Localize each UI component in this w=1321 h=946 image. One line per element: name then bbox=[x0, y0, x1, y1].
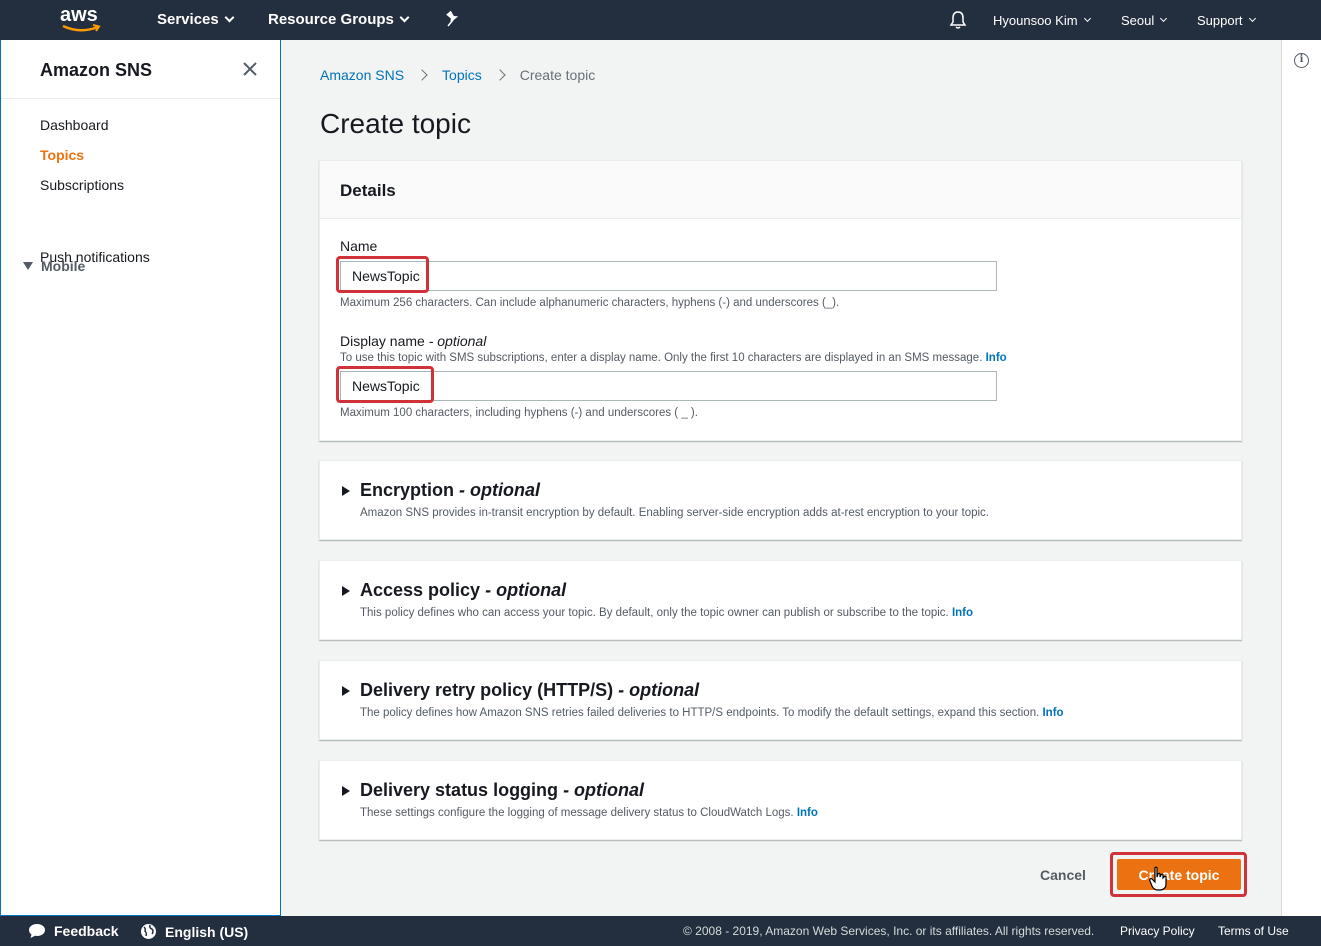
display-name-input[interactable] bbox=[340, 371, 997, 401]
sidebar-item-dashboard[interactable]: Dashboard bbox=[40, 117, 109, 133]
details-header: Details bbox=[320, 161, 1241, 219]
optional-text: - optional bbox=[485, 580, 567, 600]
delivery-retry-policy-section[interactable]: Delivery retry policy (HTTP/S) - optiona… bbox=[319, 660, 1242, 740]
resource-groups-menu[interactable]: Resource Groups bbox=[268, 11, 410, 28]
user-menu[interactable]: Hyounsoo Kim bbox=[993, 13, 1091, 28]
optional-text: - optional bbox=[428, 333, 487, 349]
language-label: English (US) bbox=[165, 923, 249, 940]
section-title-text: Access policy bbox=[360, 580, 481, 600]
optional-text: - optional bbox=[563, 780, 645, 800]
chevron-down-icon bbox=[224, 12, 235, 23]
section-title-text: Encryption bbox=[360, 480, 455, 500]
region-label: Seoul bbox=[1121, 13, 1155, 28]
sidebar-item-push-notifications[interactable]: Push notifications bbox=[40, 249, 150, 265]
delivery-status-logging-section[interactable]: Delivery status logging - optional These… bbox=[319, 760, 1242, 840]
pin-icon bbox=[446, 10, 459, 27]
top-navigation: aws Services Resource Groups Hyounsoo Ki… bbox=[0, 0, 1321, 40]
feedback-button[interactable]: Feedback bbox=[28, 923, 119, 939]
encryption-section[interactable]: Encryption - optional Amazon SNS provide… bbox=[319, 460, 1242, 540]
section-description: Amazon SNS provides in-transit encryptio… bbox=[360, 507, 989, 519]
info-link[interactable]: Info bbox=[986, 352, 1007, 364]
display-name-help: To use this topic with SMS subscriptions… bbox=[340, 352, 1007, 364]
name-label: Name bbox=[340, 238, 378, 254]
create-topic-button[interactable]: Create topic bbox=[1117, 859, 1241, 890]
section-title: Access policy - optional bbox=[360, 580, 566, 601]
chevron-right-icon bbox=[494, 69, 506, 81]
chevron-down-icon bbox=[1160, 14, 1168, 23]
user-name: Hyounsoo Kim bbox=[993, 13, 1078, 28]
breadcrumb-current: Create topic bbox=[519, 67, 596, 83]
hand-cursor-icon bbox=[1149, 866, 1167, 891]
globe-icon bbox=[141, 924, 156, 939]
copyright-text: © 2008 - 2019, Amazon Web Services, Inc.… bbox=[683, 924, 1095, 938]
caret-right-icon bbox=[342, 686, 350, 696]
caret-right-icon bbox=[342, 786, 350, 796]
section-title: Encryption - optional bbox=[360, 480, 540, 501]
help-panel-toggle: i bbox=[1281, 40, 1321, 916]
section-title: Delivery status logging - optional bbox=[360, 780, 644, 801]
section-description: These settings configure the logging of … bbox=[360, 807, 818, 819]
pin-button[interactable] bbox=[445, 10, 461, 28]
info-link[interactable]: Info bbox=[1042, 707, 1063, 719]
caret-down-icon bbox=[23, 262, 33, 270]
support-label: Support bbox=[1197, 13, 1243, 28]
optional-text: - optional bbox=[459, 480, 541, 500]
info-icon[interactable]: i bbox=[1294, 53, 1309, 68]
services-menu[interactable]: Services bbox=[157, 11, 235, 28]
details-panel: Details Name Maximum 256 characters. Can… bbox=[319, 160, 1242, 441]
name-input[interactable] bbox=[340, 261, 997, 291]
sidebar-title: Amazon SNS bbox=[40, 60, 153, 80]
chevron-right-icon bbox=[416, 69, 428, 81]
section-title-text: Delivery retry policy (HTTP/S) bbox=[360, 680, 614, 700]
breadcrumb: Amazon SNS Topics Create topic bbox=[320, 67, 595, 83]
services-label: Services bbox=[157, 11, 219, 28]
section-description-text: These settings configure the logging of … bbox=[360, 807, 794, 819]
display-name-label-text: Display name bbox=[340, 333, 425, 349]
cancel-button[interactable]: Cancel bbox=[1040, 867, 1086, 883]
optional-text: - optional bbox=[618, 680, 700, 700]
access-policy-section[interactable]: Access policy - optional This policy def… bbox=[319, 560, 1242, 640]
chat-bubble-icon bbox=[29, 924, 45, 938]
sidebar-item-subscriptions[interactable]: Subscriptions bbox=[40, 177, 124, 193]
breadcrumb-topics[interactable]: Topics bbox=[442, 67, 482, 83]
close-icon[interactable] bbox=[241, 60, 259, 78]
region-menu[interactable]: Seoul bbox=[1121, 13, 1168, 28]
display-name-constraints: Maximum 100 characters, including hyphen… bbox=[340, 407, 698, 419]
caret-right-icon bbox=[342, 486, 350, 496]
support-menu[interactable]: Support bbox=[1197, 13, 1256, 28]
section-description: The policy defines how Amazon SNS retrie… bbox=[360, 707, 1064, 719]
resource-groups-label: Resource Groups bbox=[268, 11, 394, 28]
bell-icon bbox=[949, 11, 967, 29]
feedback-label: Feedback bbox=[54, 923, 119, 939]
terms-of-use-link[interactable]: Terms of Use bbox=[1218, 924, 1289, 938]
section-title-text: Delivery status logging bbox=[360, 780, 559, 800]
language-selector[interactable]: English (US) bbox=[140, 923, 248, 940]
chevron-down-icon bbox=[399, 12, 410, 23]
sidebar-item-topics[interactable]: Topics bbox=[40, 147, 84, 163]
aws-logo[interactable]: aws bbox=[60, 4, 104, 36]
name-constraints: Maximum 256 characters. Can include alph… bbox=[340, 297, 840, 309]
aws-smile-icon bbox=[62, 24, 101, 32]
info-link[interactable]: Info bbox=[952, 607, 973, 619]
details-title: Details bbox=[340, 181, 396, 200]
section-description-text: The policy defines how Amazon SNS retrie… bbox=[360, 707, 1040, 719]
page-title: Create topic bbox=[320, 108, 471, 139]
notifications-button[interactable] bbox=[949, 10, 967, 30]
chevron-down-icon bbox=[1248, 14, 1256, 23]
sidebar: Amazon SNS Dashboard Topics Subscription… bbox=[0, 40, 281, 916]
sidebar-header: Amazon SNS bbox=[1, 40, 280, 99]
privacy-policy-link[interactable]: Privacy Policy bbox=[1120, 924, 1195, 938]
display-name-help-text: To use this topic with SMS subscriptions… bbox=[340, 352, 983, 364]
caret-right-icon bbox=[342, 586, 350, 596]
section-title: Delivery retry policy (HTTP/S) - optiona… bbox=[360, 680, 699, 701]
footer: Feedback English (US) © 2008 - 2019, Ama… bbox=[0, 916, 1321, 946]
section-description: This policy defines who can access your … bbox=[360, 607, 973, 619]
info-link[interactable]: Info bbox=[797, 807, 818, 819]
breadcrumb-amazon-sns[interactable]: Amazon SNS bbox=[320, 67, 404, 83]
display-name-label: Display name - optional bbox=[340, 333, 486, 349]
section-description-text: This policy defines who can access your … bbox=[360, 607, 949, 619]
chevron-down-icon bbox=[1083, 14, 1091, 23]
